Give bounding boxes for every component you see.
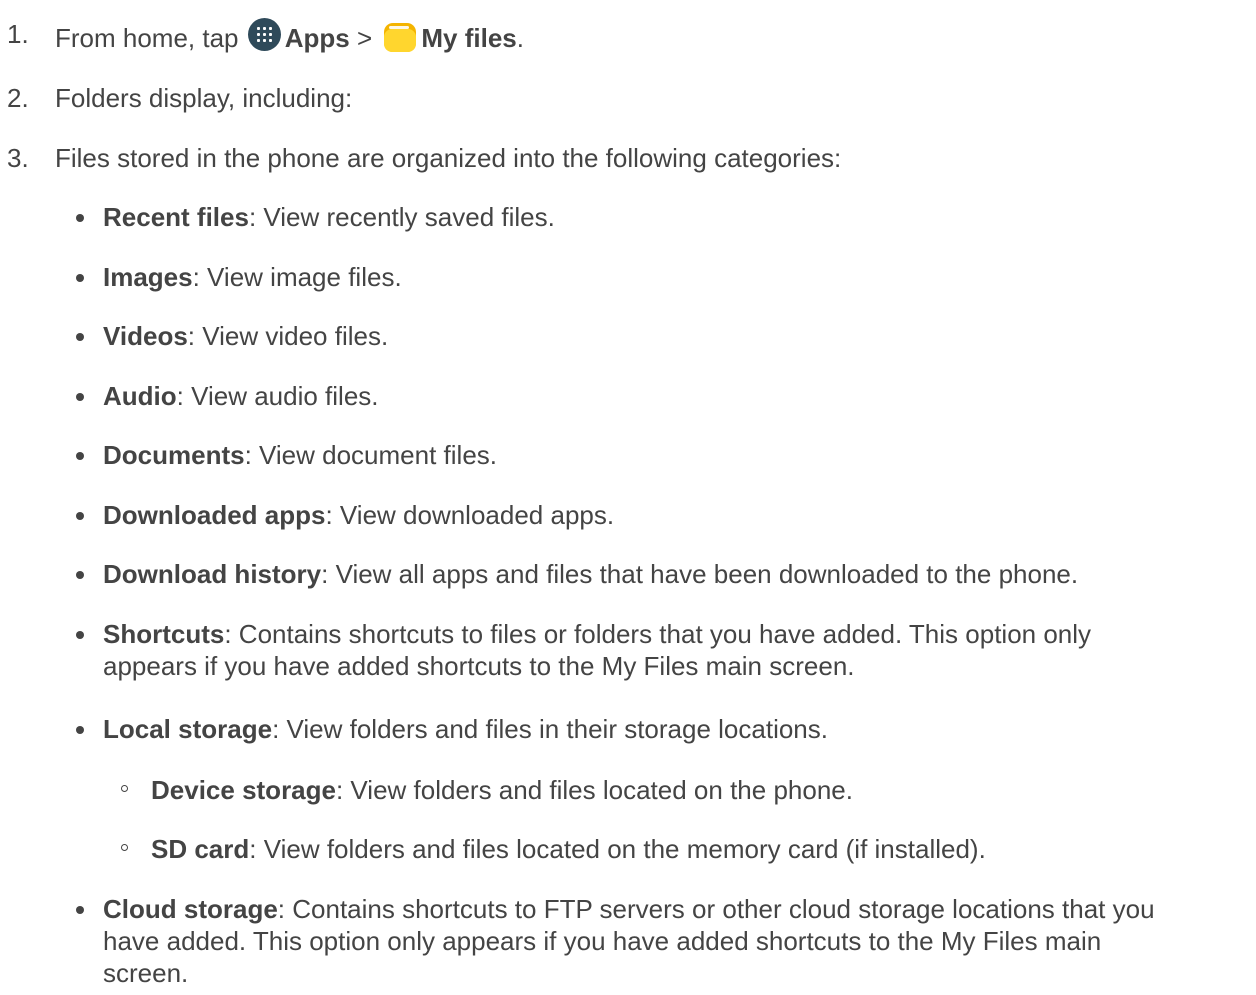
bullet-icon bbox=[76, 512, 84, 520]
step-text: From home, tap Apps > My files. bbox=[55, 18, 524, 54]
category-images: Images: View image files. bbox=[76, 261, 1213, 293]
category-download-history: Download history: View all apps and file… bbox=[76, 558, 1213, 590]
storage-desc: : View folders and files located on the … bbox=[249, 834, 986, 864]
step-number: 1. bbox=[7, 19, 29, 49]
category-name: Cloud storage bbox=[103, 894, 278, 924]
category-name: Audio bbox=[103, 381, 177, 411]
bullet-icon bbox=[76, 333, 84, 341]
circle-bullet-icon bbox=[121, 785, 128, 792]
step-text: Folders display, including: bbox=[55, 83, 353, 113]
step-1-prefix: From home, tap bbox=[55, 23, 246, 53]
category-audio: Audio: View audio files. bbox=[76, 380, 1213, 412]
bullet-icon bbox=[76, 631, 84, 639]
category-downloaded-apps: Downloaded apps: View downloaded apps. bbox=[76, 499, 1213, 531]
category-name: Shortcuts bbox=[103, 619, 225, 649]
bullet-icon bbox=[76, 274, 84, 282]
step-number: 3. bbox=[7, 143, 29, 173]
category-local-storage: Local storage: View folders and files in… bbox=[76, 713, 1213, 745]
storage-item-sd-card: SD card: View folders and files located … bbox=[121, 833, 1231, 865]
category-name: Images bbox=[103, 262, 193, 292]
category-name: Recent files bbox=[103, 202, 249, 232]
step-text: Files stored in the phone are organized … bbox=[55, 143, 842, 173]
circle-bullet-icon bbox=[121, 844, 128, 851]
bullet-icon bbox=[76, 906, 84, 914]
category-desc-line-3: screen. bbox=[103, 958, 189, 988]
category-desc: : View folders and files in their storag… bbox=[272, 714, 828, 744]
storage-desc: : View folders and files located on the … bbox=[335, 775, 853, 805]
storage-name: SD card bbox=[151, 834, 250, 864]
category-name: Documents bbox=[103, 440, 245, 470]
category-desc: : View recently saved files. bbox=[248, 202, 555, 232]
storage-item-device: Device storage: View folders and files l… bbox=[121, 774, 1231, 806]
my-files-label: My files bbox=[421, 23, 517, 53]
category-name: Videos bbox=[103, 321, 188, 351]
category-shortcuts: Shortcuts: Contains shortcuts to files o… bbox=[76, 618, 1213, 682]
step-1-suffix: . bbox=[516, 23, 524, 53]
storage-name: Device storage bbox=[151, 775, 336, 805]
category-desc-line-2: appears if you have added shortcuts to t… bbox=[103, 651, 855, 681]
step-1-separator: > bbox=[349, 23, 380, 53]
bullet-icon bbox=[76, 393, 84, 401]
category-desc: : Contains shortcuts to FTP servers or o… bbox=[277, 894, 1155, 924]
bullet-icon bbox=[76, 726, 84, 734]
category-name: Downloaded apps bbox=[103, 500, 326, 530]
category-desc: : View document files. bbox=[244, 440, 497, 470]
category-cloud-storage: Cloud storage: Contains shortcuts to FTP… bbox=[76, 893, 1213, 989]
bullet-icon bbox=[76, 452, 84, 460]
category-videos: Videos: View video files. bbox=[76, 320, 1213, 352]
help-page: 1. From home, tap Apps > My files. 2. Fo… bbox=[0, 0, 1256, 995]
folder-icon bbox=[383, 20, 417, 53]
category-name: Local storage bbox=[103, 714, 273, 744]
bullet-icon bbox=[76, 214, 84, 222]
category-desc: : View all apps and files that have been… bbox=[321, 559, 1079, 589]
category-desc: : Contains shortcuts to files or folders… bbox=[224, 619, 1092, 649]
category-desc: : View video files. bbox=[187, 321, 389, 351]
apps-grid-icon bbox=[247, 18, 281, 51]
apps-label: Apps bbox=[284, 23, 350, 53]
category-desc: : View audio files. bbox=[176, 381, 379, 411]
category-name: Download history bbox=[103, 559, 322, 589]
category-documents: Documents: View document files. bbox=[76, 439, 1213, 471]
category-recent-files: Recent files: View recently saved files. bbox=[76, 201, 1213, 233]
step-number: 2. bbox=[7, 83, 29, 113]
category-desc: : View downloaded apps. bbox=[325, 500, 615, 530]
category-desc-line-2: have added. This option only appears if … bbox=[103, 926, 1102, 956]
bullet-icon bbox=[76, 571, 84, 579]
category-desc: : View image files. bbox=[192, 262, 402, 292]
